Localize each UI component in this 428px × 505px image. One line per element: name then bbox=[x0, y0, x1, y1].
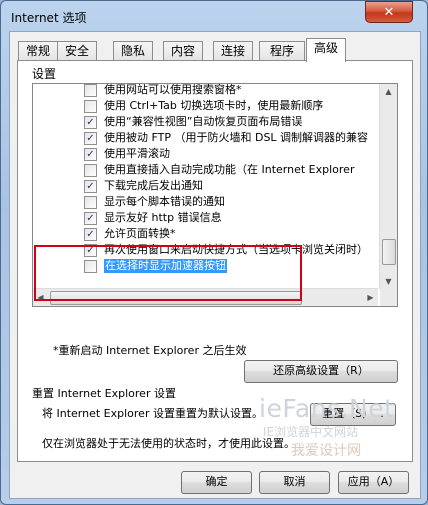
list-item-label: 使用平滑滚动 bbox=[104, 147, 170, 160]
list-item-label: 使用被动 FTP （用于防火墙和 DSL 调制解调器的兼容 bbox=[104, 131, 369, 144]
list-item-label: 允许页面转换* bbox=[104, 227, 176, 240]
scroll-down-arrow-icon[interactable]: ▼ bbox=[381, 274, 396, 289]
list-item-label: 使用 Ctrl+Tab 切换选项卡时，使用最新顺序 bbox=[104, 99, 324, 112]
restore-advanced-settings-button[interactable]: 还原高级设置（R） bbox=[244, 360, 398, 383]
scroll-thumb[interactable] bbox=[382, 239, 396, 265]
list-item-label: 在选择时显示加速器按钮 bbox=[104, 259, 227, 273]
checkbox[interactable] bbox=[84, 180, 97, 193]
list-item-label: 使用“兼容性视图”自动恢复页面布局错误 bbox=[104, 115, 303, 128]
tab-general[interactable]: 常规 bbox=[18, 41, 58, 61]
checkbox[interactable] bbox=[84, 244, 97, 257]
checkbox[interactable] bbox=[84, 148, 97, 161]
reset-button[interactable]: 重置（S）... bbox=[310, 403, 396, 426]
checkbox[interactable] bbox=[84, 196, 97, 209]
internet-options-window: Internet 选项 ✕ 常规 安全 隐私 内容 连接 程序 高级 设置 使用… bbox=[0, 0, 428, 505]
list-item-label: 下载完成后发出通知 bbox=[104, 179, 203, 192]
tab-advanced[interactable]: 高级 bbox=[306, 38, 346, 62]
scroll-right-arrow-icon[interactable]: ▶ bbox=[363, 290, 378, 305]
dialog-footer: 确定 取消 应用（A） bbox=[10, 468, 420, 498]
dialog-body: 常规 安全 隐私 内容 连接 程序 高级 设置 使用网站可以使用搜索窗格* 使用… bbox=[9, 31, 421, 499]
checkbox[interactable] bbox=[84, 260, 97, 273]
advanced-tab-page: 设置 使用网站可以使用搜索窗格* 使用 Ctrl+Tab 切换选项卡时，使用最新… bbox=[17, 60, 413, 462]
window-title: Internet 选项 bbox=[11, 11, 87, 25]
checkbox[interactable] bbox=[84, 132, 97, 145]
tab-programs[interactable]: 程序 bbox=[259, 41, 305, 61]
cancel-button[interactable]: 取消 bbox=[259, 471, 330, 494]
list-item-label: 使用网站可以使用搜索窗格* bbox=[104, 84, 242, 96]
horizontal-scrollbar[interactable]: ◀ ▶ bbox=[33, 288, 378, 306]
scroll-left-arrow-icon[interactable]: ◀ bbox=[33, 290, 48, 305]
reset-section-title: 重置 Internet Explorer 设置 bbox=[32, 387, 176, 400]
title-bar: Internet 选项 ✕ bbox=[9, 1, 419, 27]
apply-button[interactable]: 应用（A） bbox=[338, 471, 409, 494]
restart-note: *重新启动 Internet Explorer 之后生效 bbox=[53, 344, 247, 357]
settings-list[interactable]: 使用网站可以使用搜索窗格* 使用 Ctrl+Tab 切换选项卡时，使用最新顺序 … bbox=[32, 83, 398, 307]
scroll-up-arrow-icon[interactable]: ▲ bbox=[381, 84, 396, 99]
scrollbar-corner bbox=[380, 289, 397, 306]
tab-connections[interactable]: 连接 bbox=[213, 41, 253, 61]
list-item-label: 显示每个脚本错误的通知 bbox=[104, 195, 225, 208]
settings-group-label: 设置 bbox=[32, 67, 57, 81]
checkbox[interactable] bbox=[84, 228, 97, 241]
list-item-label: 显示友好 http 错误信息 bbox=[104, 211, 222, 224]
settings-rows: 使用网站可以使用搜索窗格* 使用 Ctrl+Tab 切换选项卡时，使用最新顺序 … bbox=[33, 84, 378, 289]
horizontal-scroll-thumb[interactable] bbox=[50, 291, 302, 305]
checkbox[interactable] bbox=[84, 100, 97, 113]
checkbox[interactable] bbox=[84, 116, 97, 129]
tab-privacy[interactable]: 隐私 bbox=[113, 41, 153, 61]
list-item-label: 使用直接插入自动完成功能（在 Internet Explorer bbox=[104, 163, 355, 176]
reset-warning: 仅在浏览器处于无法使用的状态时，才使用此设置。 bbox=[42, 437, 295, 450]
ok-button[interactable]: 确定 bbox=[181, 471, 252, 494]
reset-description: 将 Internet Explorer 设置重置为默认设置。 bbox=[42, 407, 263, 420]
checkbox[interactable] bbox=[84, 84, 97, 97]
close-button[interactable]: ✕ bbox=[365, 1, 413, 23]
checkbox[interactable] bbox=[84, 164, 97, 177]
vertical-scrollbar[interactable]: ▲ ▼ bbox=[379, 84, 397, 289]
tab-security[interactable]: 安全 bbox=[57, 41, 97, 61]
checkbox[interactable] bbox=[84, 212, 97, 225]
list-item-label: 再次使用窗口来启动快捷方式（当选项卡浏览关闭时） bbox=[104, 243, 368, 256]
tab-content[interactable]: 内容 bbox=[163, 41, 203, 61]
